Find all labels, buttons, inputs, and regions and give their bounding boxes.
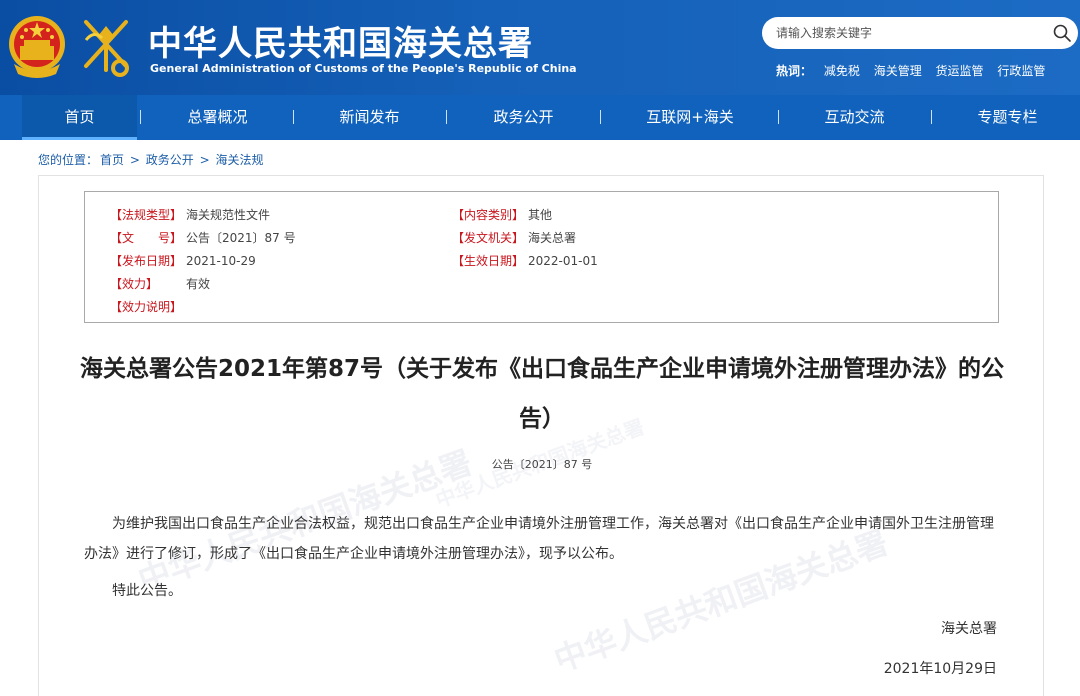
article-panel: 中华人民共和国海关总署 中华人民共和国海关总署 中华人民共和国海关总署 【法规类… [38,175,1044,696]
hot-words: 热词： 减免税 海关管理 货运监管 行政监管 [776,62,1055,79]
meta-content-category: 【内容类别】 其他 [452,208,553,222]
nav-separator [931,110,932,124]
document-number: 公告〔2021〕87 号 [491,458,593,471]
hot-words-label: 热词： [776,64,813,78]
meta-doc-number: 【文 号】 公告〔2021〕87 号 [110,231,296,245]
nav-separator [600,110,601,124]
document-title: 海关总署公告2021年第87号（关于发布《出口食品生产企业申请境外注册管理办法》… [79,356,1005,432]
site-title: 中华人民共和国海关总署 [148,24,533,64]
nav-item-interaction[interactable]: 互动交流 [797,95,912,140]
breadcrumb-prefix: 您的位置： [38,153,99,167]
regulation-info-box: 【法规类型】 海关规范性文件 【内容类别】 其他 【文 号】 公告〔2021〕87 号… [84,191,999,323]
nav-item-internet-customs[interactable]: 互联网+海关 [620,95,760,140]
nav-item-home[interactable]: 首页 [22,95,137,140]
national-emblem-icon [9,16,65,78]
search-box [762,17,1078,49]
meta-effective-date: 【生效日期】 2022-01-01 [452,254,598,268]
hot-word-link[interactable]: 减免税 [824,64,860,78]
search-icon[interactable] [1052,23,1072,43]
breadcrumb-separator: > [199,153,210,167]
site-header: 中华人民共和国海关总署 General Administration of Cu… [0,0,1080,95]
nav-item-special-topics[interactable]: 专题专栏 [950,95,1065,140]
nav-separator [140,110,141,124]
hot-word-link[interactable]: 海关管理 [874,64,922,78]
nav-separator [446,110,447,124]
breadcrumb: 您的位置： 首页 > 政务公开 > 海关法规 [38,151,266,168]
breadcrumb-item-customs-regulations[interactable]: 海关法规 [215,153,263,167]
body-paragraph: 特此公告。 [112,583,182,599]
nav-item-overview[interactable]: 总署概况 [160,95,275,140]
meta-issuing-authority: 【发文机关】 海关总署 [452,231,577,245]
signing-date: 2021年10月29日 [883,661,997,677]
breadcrumb-item-home[interactable]: 首页 [100,153,124,167]
search-input[interactable] [776,23,1036,43]
nav-item-news[interactable]: 新闻发布 [312,95,427,140]
body-paragraph: 为维护我国出口食品生产企业合法权益，规范出口食品生产企业申请境外注册管理工作，海… [84,516,994,562]
meta-validity: 【效力】 有效 [110,277,211,291]
signature: 海关总署 [941,621,997,637]
hot-word-link[interactable]: 货运监管 [936,64,984,78]
breadcrumb-separator: > [129,153,140,167]
nav-item-government-affairs[interactable]: 政务公开 [466,95,581,140]
hot-word-link[interactable]: 行政监管 [997,64,1045,78]
meta-issue-date: 【发布日期】 2021-10-29 [110,254,256,268]
site-subtitle: General Administration of Customs of the… [150,62,577,75]
customs-emblem-icon [84,20,129,77]
nav-separator [778,110,779,124]
breadcrumb-item-government-affairs[interactable]: 政务公开 [146,153,194,167]
nav-separator [293,110,294,124]
main-nav: 首页 总署概况 新闻发布 政务公开 互联网+海关 互动交流 专题专栏 [0,95,1080,140]
meta-validity-note: 【效力说明】 [110,300,183,314]
meta-regulation-type: 【法规类型】 海关规范性文件 [110,208,271,222]
